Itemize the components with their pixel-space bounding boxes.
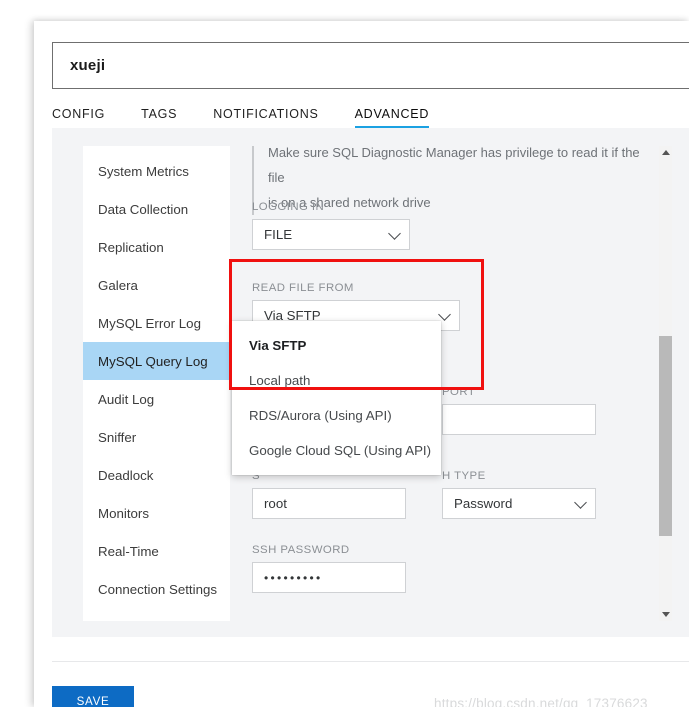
port-label: PORT bbox=[442, 386, 476, 398]
sidebar-item-data-collection[interactable]: Data Collection bbox=[83, 190, 230, 228]
scroll-down-icon[interactable] bbox=[659, 608, 672, 621]
scroll-up-icon[interactable] bbox=[659, 146, 672, 159]
ssh-password-label: SSH PASSWORD bbox=[252, 544, 350, 556]
logging-in-label: LOGGING IN bbox=[252, 201, 325, 213]
ssh-password-value: ••••••••• bbox=[264, 570, 323, 585]
sidebar-item-sniffer[interactable]: Sniffer bbox=[83, 418, 230, 456]
instance-name-value: xueji bbox=[70, 57, 106, 74]
auth-type-select[interactable]: Password bbox=[442, 488, 596, 519]
save-button[interactable]: SAVE bbox=[52, 686, 134, 707]
sidebar-item-deadlock[interactable]: Deadlock bbox=[83, 456, 230, 494]
tab-advanced[interactable]: ADVANCED bbox=[354, 103, 430, 129]
sidebar-item-galera[interactable]: Galera bbox=[83, 266, 230, 304]
scrollbar-thumb[interactable] bbox=[659, 336, 672, 536]
watermark-text: https://blog.csdn.net/qq_17376623 bbox=[434, 696, 648, 707]
tab-config[interactable]: CONFIG bbox=[52, 103, 105, 129]
dropdown-option-via-sftp[interactable]: Via SFTP bbox=[232, 328, 441, 363]
sidebar-item-real-time[interactable]: Real-Time bbox=[83, 532, 230, 570]
footer-divider bbox=[52, 661, 689, 662]
tab-tags[interactable]: TAGS bbox=[141, 103, 177, 129]
logging-in-select[interactable]: FILE bbox=[252, 219, 410, 250]
tab-notifications[interactable]: NOTIFICATIONS bbox=[213, 103, 318, 129]
ssh-user-value: root bbox=[264, 496, 287, 511]
sidebar-item-mysql-query-log[interactable]: MySQL Query Log bbox=[83, 342, 230, 380]
scroll-up-arrow-glyph bbox=[661, 150, 670, 155]
sidebar-item-monitors[interactable]: Monitors bbox=[83, 494, 230, 532]
ssh-user-input[interactable]: root bbox=[252, 488, 406, 519]
dropdown-option-google-cloud-sql[interactable]: Google Cloud SQL (Using API) bbox=[232, 433, 441, 468]
settings-sidebar: System Metrics Data Collection Replicati… bbox=[83, 146, 230, 621]
sidebar-item-audit-log[interactable]: Audit Log bbox=[83, 380, 230, 418]
panel-scrollbar[interactable] bbox=[659, 146, 672, 621]
auth-type-value: Password bbox=[454, 496, 513, 511]
scroll-down-arrow-glyph bbox=[661, 612, 670, 617]
logging-in-value: FILE bbox=[264, 227, 293, 242]
read-file-from-dropdown-menu[interactable]: Via SFTP Local path RDS/Aurora (Using AP… bbox=[232, 321, 441, 475]
privilege-hint-line-2: is on a shared network drive bbox=[268, 195, 431, 210]
chevron-down-icon bbox=[438, 307, 451, 321]
sidebar-item-mysql-error-log[interactable]: MySQL Error Log bbox=[83, 304, 230, 342]
auth-type-label: H TYPE bbox=[442, 470, 486, 482]
app-root: xueji CONFIG TAGS NOTIFICATIONS ADVANCED… bbox=[0, 0, 689, 707]
port-input[interactable] bbox=[442, 404, 596, 435]
read-file-from-label: READ FILE FROM bbox=[252, 282, 354, 294]
dropdown-option-local-path[interactable]: Local path bbox=[232, 363, 441, 398]
chevron-down-icon bbox=[388, 226, 401, 240]
dropdown-option-rds-aurora[interactable]: RDS/Aurora (Using API) bbox=[232, 398, 441, 433]
sidebar-item-replication[interactable]: Replication bbox=[83, 228, 230, 266]
instance-name-input[interactable]: xueji bbox=[52, 42, 689, 89]
chevron-down-icon bbox=[574, 495, 587, 509]
privilege-hint-line-1: Make sure SQL Diagnostic Manager has pri… bbox=[268, 146, 640, 185]
ssh-password-input[interactable]: ••••••••• bbox=[252, 562, 406, 593]
sidebar-item-system-metrics[interactable]: System Metrics bbox=[83, 152, 230, 190]
sidebar-item-connection-settings[interactable]: Connection Settings bbox=[83, 570, 230, 608]
